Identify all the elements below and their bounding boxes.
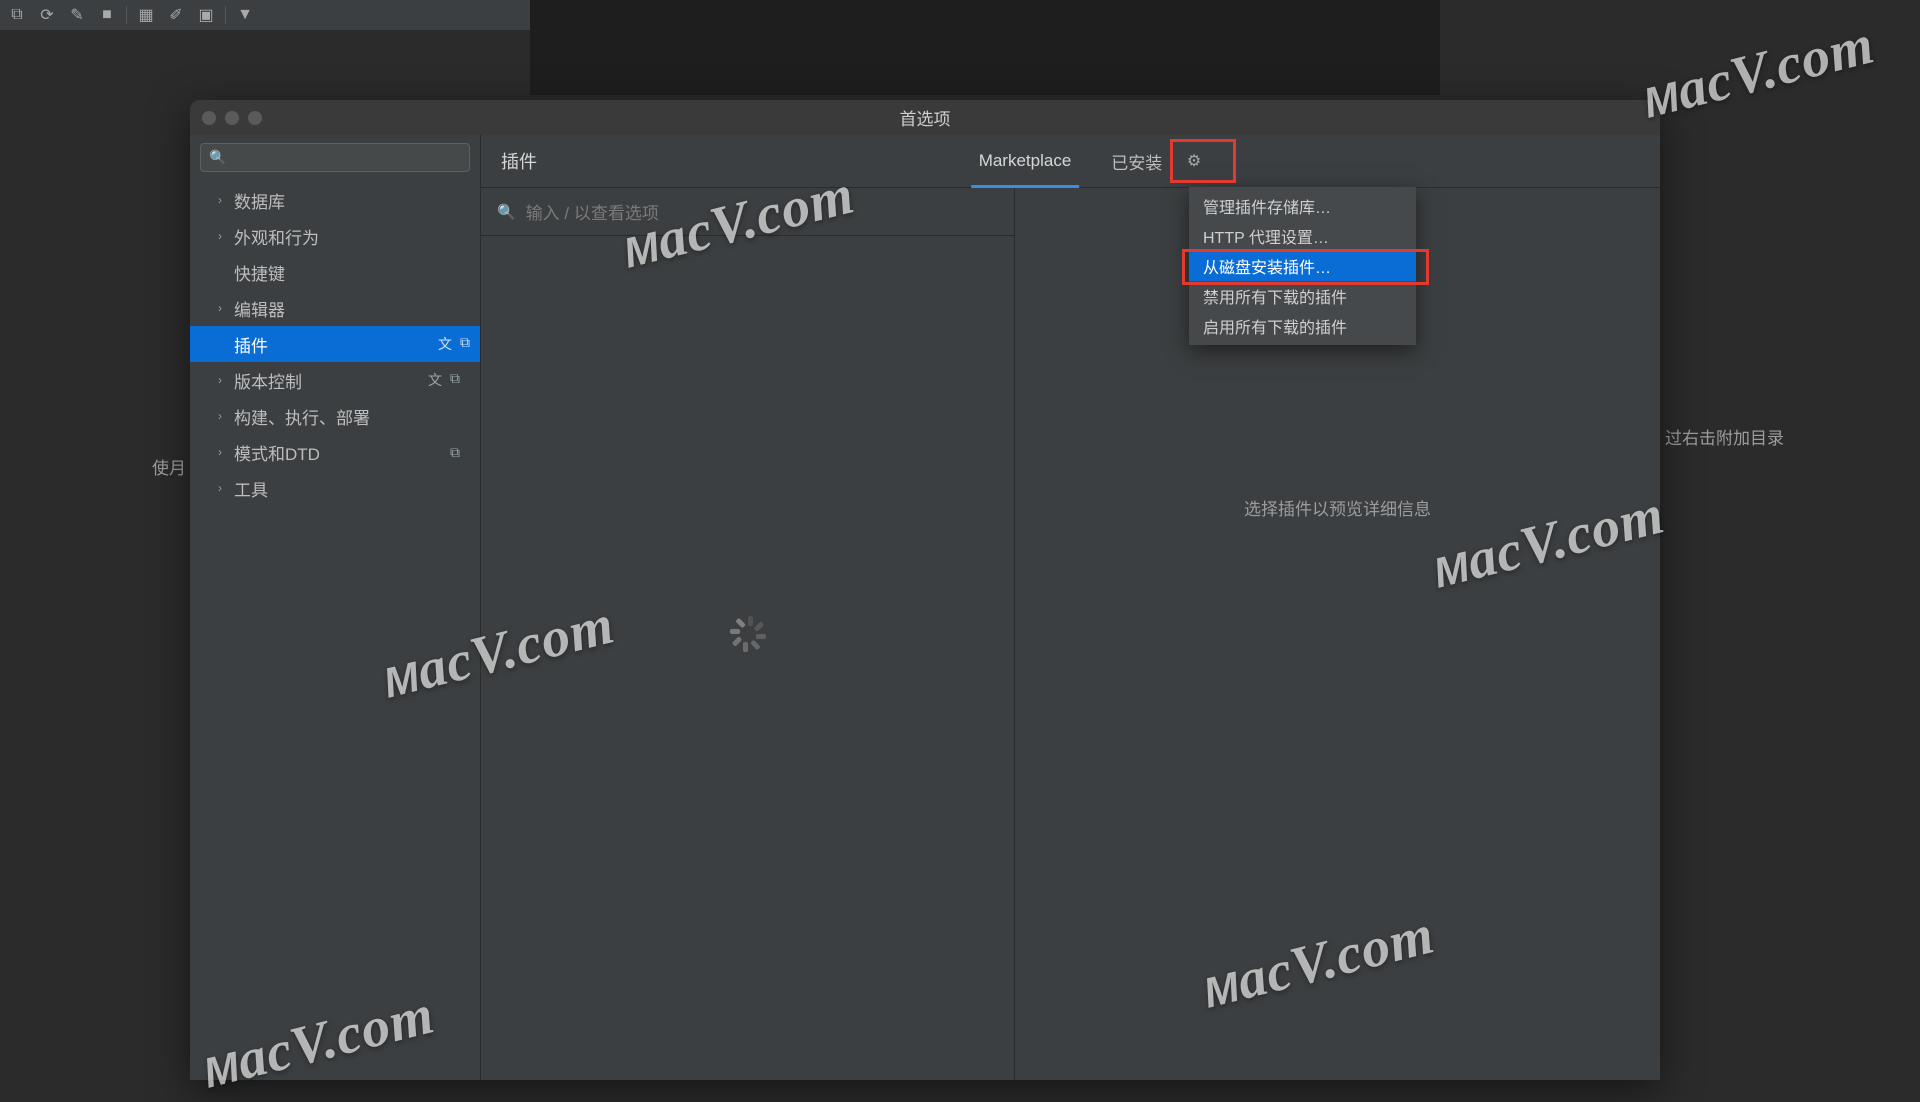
item-icons: 文⧉ bbox=[428, 370, 460, 390]
translate-icon: 文 bbox=[428, 370, 442, 390]
tab-installed[interactable]: 已安装 bbox=[1111, 135, 1162, 187]
background-dark-panel bbox=[530, 0, 1440, 95]
copy-icon: ⧉ bbox=[450, 370, 460, 390]
translate-icon: 文 bbox=[438, 334, 452, 354]
window-controls[interactable] bbox=[202, 111, 262, 125]
sidebar-item-构建、执行、部署[interactable]: ›构建、执行、部署 bbox=[200, 398, 470, 434]
gear-dropdown-menu: 管理插件存储库…HTTP 代理设置…从磁盘安装插件…禁用所有下载的插件启用所有下… bbox=[1189, 187, 1416, 345]
settings-gear-button[interactable]: ⚙ bbox=[1175, 143, 1213, 179]
menu-item-3[interactable]: 禁用所有下载的插件 bbox=[1189, 281, 1416, 311]
watermark: MacV.com bbox=[1636, 12, 1881, 131]
chevron-right-icon: › bbox=[218, 301, 234, 315]
chevron-right-icon: › bbox=[218, 409, 234, 423]
sidebar: 🔍 ›数据库›外观和行为快捷键›编辑器插件文⧉›版本控制文⧉›构建、执行、部署›… bbox=[190, 135, 481, 1080]
chevron-right-icon: › bbox=[218, 445, 234, 459]
content-area: 插件 Marketplace 已安装 ⚙ 🔍 输入 / 以查看选项 bbox=[481, 135, 1660, 1080]
copy-icon[interactable]: ⧉ bbox=[6, 4, 28, 26]
image-icon[interactable]: ▣ bbox=[195, 4, 217, 26]
content-header: 插件 Marketplace 已安装 ⚙ bbox=[481, 135, 1660, 188]
content-split: 🔍 输入 / 以查看选项 选择插件以预览详细信息 bbox=[481, 188, 1660, 1080]
chevron-right-icon: › bbox=[218, 373, 234, 387]
search-icon: 🔍 bbox=[209, 149, 226, 166]
plugin-search-bar[interactable]: 🔍 输入 / 以查看选项 bbox=[481, 188, 1014, 236]
sidebar-item-插件[interactable]: 插件文⧉ bbox=[190, 326, 480, 362]
loading-spinner-icon bbox=[730, 616, 766, 652]
copy-icon: ⧉ bbox=[450, 444, 460, 461]
sidebar-item-label: 模式和DTD bbox=[234, 440, 320, 465]
chevron-right-icon: › bbox=[218, 481, 234, 495]
plugin-search-placeholder: 输入 / 以查看选项 bbox=[526, 199, 659, 224]
preferences-dialog: 首选项 🔍 ›数据库›外观和行为快捷键›编辑器插件文⧉›版本控制文⧉›构建、执行… bbox=[190, 100, 1660, 1080]
menu-item-2[interactable]: 从磁盘安装插件… bbox=[1189, 251, 1416, 281]
plugin-list-pane: 🔍 输入 / 以查看选项 bbox=[481, 188, 1015, 1080]
sidebar-item-外观和行为[interactable]: ›外观和行为 bbox=[200, 218, 470, 254]
background-toolbar: ⧉ ⟳ ✎ ■ ▦ ✐ ▣ ▼ bbox=[0, 0, 530, 30]
close-icon[interactable] bbox=[202, 111, 216, 125]
sidebar-item-label: 外观和行为 bbox=[234, 224, 319, 249]
tabs: Marketplace 已安装 bbox=[979, 135, 1163, 187]
dialog-titlebar: 首选项 bbox=[190, 100, 1660, 135]
search-icon: 🔍 bbox=[497, 203, 516, 221]
sidebar-item-版本控制[interactable]: ›版本控制文⧉ bbox=[200, 362, 470, 398]
sidebar-item-label: 数据库 bbox=[234, 188, 285, 213]
content-title: 插件 bbox=[501, 148, 537, 174]
edit-icon[interactable]: ✐ bbox=[165, 4, 187, 26]
sidebar-item-label: 插件 bbox=[234, 332, 268, 357]
stop-icon[interactable]: ■ bbox=[96, 4, 118, 26]
sidebar-item-模式和DTD[interactable]: ›模式和DTD ⧉ bbox=[200, 434, 470, 470]
copy-icon: ⧉ bbox=[460, 334, 470, 354]
sidebar-search-input[interactable] bbox=[230, 150, 461, 166]
menu-item-4[interactable]: 启用所有下载的插件 bbox=[1189, 311, 1416, 341]
sidebar-tree: ›数据库›外观和行为快捷键›编辑器插件文⧉›版本控制文⧉›构建、执行、部署›模式… bbox=[200, 182, 470, 506]
sidebar-item-数据库[interactable]: ›数据库 bbox=[200, 182, 470, 218]
menu-item-1[interactable]: HTTP 代理设置… bbox=[1189, 221, 1416, 251]
sidebar-item-快捷键[interactable]: 快捷键 bbox=[200, 254, 470, 290]
sidebar-item-label: 编辑器 bbox=[234, 296, 285, 321]
menu-item-0[interactable]: 管理插件存储库… bbox=[1189, 191, 1416, 221]
sidebar-item-label: 版本控制 bbox=[234, 368, 302, 393]
chevron-right-icon: › bbox=[218, 229, 234, 243]
dialog-title: 首选项 bbox=[900, 105, 951, 130]
sidebar-item-label: 快捷键 bbox=[234, 260, 285, 285]
tab-marketplace[interactable]: Marketplace bbox=[979, 135, 1072, 187]
background-text-left: 使月 bbox=[152, 454, 186, 479]
toolbar-separator bbox=[225, 6, 226, 24]
item-icons: ⧉ bbox=[450, 444, 460, 461]
sidebar-item-label: 工具 bbox=[234, 476, 268, 501]
chevron-right-icon: › bbox=[218, 193, 234, 207]
sidebar-item-label: 构建、执行、部署 bbox=[234, 404, 370, 429]
detail-placeholder-text: 选择插件以预览详细信息 bbox=[1244, 495, 1431, 520]
sidebar-item-编辑器[interactable]: ›编辑器 bbox=[200, 290, 470, 326]
toolbar-separator bbox=[126, 6, 127, 24]
script-icon[interactable]: ✎ bbox=[66, 4, 88, 26]
filter-icon[interactable]: ▼ bbox=[234, 4, 256, 26]
gear-icon: ⚙ bbox=[1187, 151, 1201, 171]
refresh-icon[interactable]: ⟳ bbox=[36, 4, 58, 26]
maximize-icon[interactable] bbox=[248, 111, 262, 125]
dialog-body: 🔍 ›数据库›外观和行为快捷键›编辑器插件文⧉›版本控制文⧉›构建、执行、部署›… bbox=[190, 135, 1660, 1080]
background-text-right: 过右击附加目录 bbox=[1665, 424, 1784, 449]
grid-icon[interactable]: ▦ bbox=[135, 4, 157, 26]
minimize-icon[interactable] bbox=[225, 111, 239, 125]
sidebar-search[interactable]: 🔍 bbox=[200, 143, 470, 172]
item-icons: 文⧉ bbox=[438, 334, 470, 354]
sidebar-item-工具[interactable]: ›工具 bbox=[200, 470, 470, 506]
